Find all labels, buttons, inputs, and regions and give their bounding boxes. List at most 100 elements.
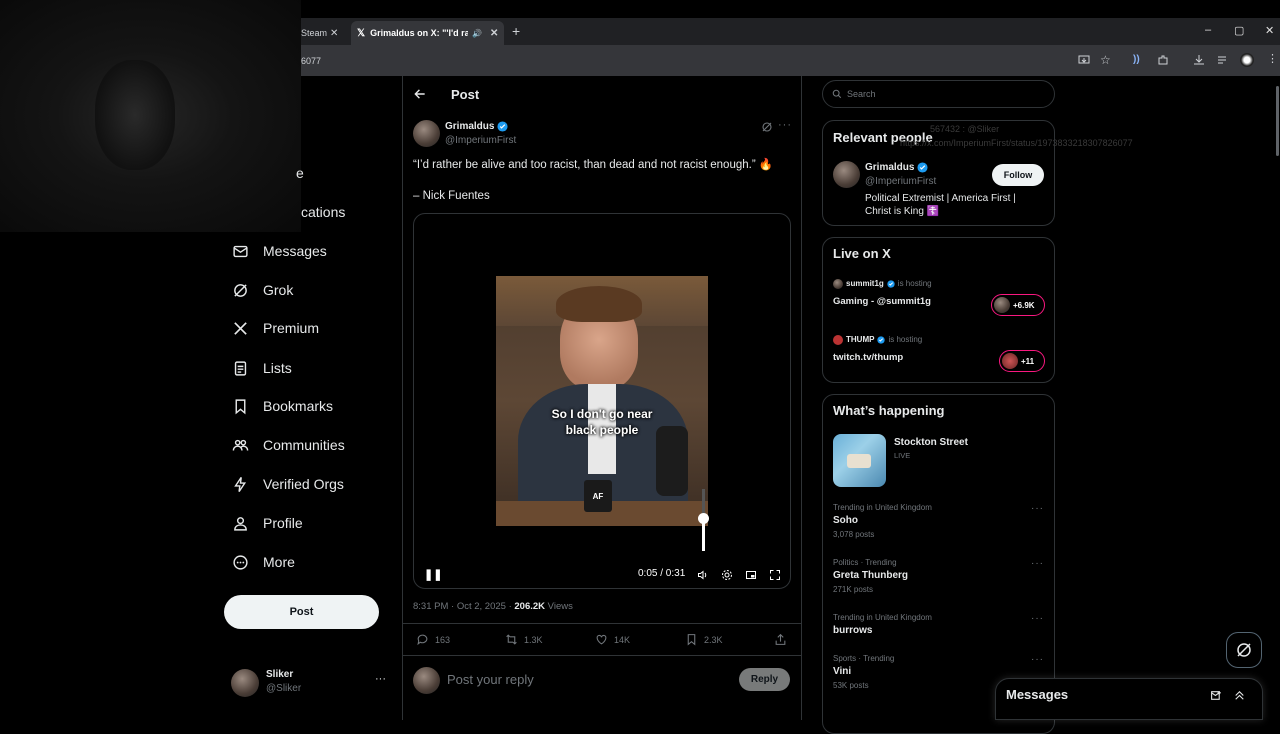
- listener-count: +6.9K: [1013, 300, 1035, 310]
- post-button[interactable]: Post: [224, 595, 379, 629]
- trend-item[interactable]: Trending in United Kingdom burrows ···: [833, 613, 1045, 636]
- live-item[interactable]: summit1g is hosting Gaming - @summit1g +…: [833, 278, 1045, 320]
- grok-icon: [234, 283, 247, 297]
- video-player[interactable]: AF So I don't go near black people ❚❚ 0:…: [413, 213, 791, 589]
- tab-grimaldus[interactable]: 𝕏 Grimaldus on X: "'I'd rathe 🔊 ✕: [351, 21, 504, 45]
- account-switcher[interactable]: Sliker @Sliker ···: [231, 669, 403, 699]
- extension-audio-icon[interactable]: )): [1133, 54, 1140, 65]
- sidebar-item-communities[interactable]: Communities: [232, 432, 345, 458]
- pause-icon[interactable]: ❚❚: [424, 568, 442, 581]
- sidebar-item-label: Profile: [263, 515, 303, 531]
- close-window-icon[interactable]: ✕: [1265, 24, 1274, 37]
- page-scrollbar[interactable]: [1276, 86, 1279, 156]
- live-item[interactable]: THUMP is hosting twitch.tv/thump +11: [833, 334, 1045, 376]
- repost-action[interactable]: 1.3K: [505, 633, 543, 646]
- like-action[interactable]: 14K: [595, 633, 630, 646]
- relevant-avatar[interactable]: [833, 161, 860, 188]
- sidebar-item-lists[interactable]: Lists: [232, 355, 292, 381]
- trend-more-icon[interactable]: ···: [1031, 654, 1044, 665]
- search-icon: [832, 89, 842, 99]
- live-listeners-pill[interactable]: +6.9K: [991, 294, 1045, 316]
- install-app-icon[interactable]: [1078, 54, 1090, 66]
- reply-button[interactable]: Reply: [739, 668, 790, 691]
- video-caption: So I don't go near black people: [496, 406, 708, 438]
- relevant-handle[interactable]: @ImperiumFirst: [865, 176, 936, 187]
- trend-more-icon[interactable]: ···: [1031, 613, 1044, 624]
- sidebar-item-profile[interactable]: Profile: [232, 510, 303, 536]
- trend-more-icon[interactable]: ···: [1031, 558, 1044, 569]
- featured-title[interactable]: Stockton Street: [894, 437, 968, 448]
- settings-gear-icon[interactable]: [721, 569, 733, 581]
- picture-in-picture-icon[interactable]: [745, 569, 757, 581]
- follow-button[interactable]: Follow: [992, 164, 1044, 186]
- live-listeners-pill[interactable]: +11: [999, 350, 1045, 372]
- sidebar-item-verified-orgs[interactable]: Verified Orgs: [232, 471, 344, 497]
- caption-line-2: black people: [565, 423, 639, 437]
- expand-chevron-icon[interactable]: [1233, 689, 1246, 702]
- kebab-menu-icon[interactable]: ⋮: [1267, 52, 1278, 65]
- overlay-line-1: 567432 : @Sliker: [930, 124, 1000, 134]
- account-name: Sliker: [266, 669, 294, 680]
- new-tab-button[interactable]: +: [512, 23, 520, 39]
- bookmark-icon: [235, 398, 246, 414]
- trend-name: Greta Thunberg: [833, 570, 909, 581]
- sidebar-item-grok[interactable]: Grok: [232, 277, 293, 303]
- back-arrow-icon[interactable]: [413, 87, 427, 101]
- url-text[interactable]: 6077: [301, 56, 321, 66]
- thumbnail-table: [847, 454, 871, 468]
- media-control-icon[interactable]: [1217, 54, 1229, 66]
- close-tab-icon[interactable]: ✕: [490, 28, 498, 39]
- volume-icon[interactable]: [697, 569, 709, 581]
- author-avatar[interactable]: [413, 120, 440, 147]
- messages-drawer[interactable]: Messages: [995, 678, 1263, 720]
- listener-count: +11: [1021, 356, 1035, 366]
- author-handle[interactable]: @ImperiumFirst: [445, 135, 516, 146]
- author-name-row[interactable]: Grimaldus: [445, 121, 509, 132]
- bio-line-2: Christ is King ☦️: [865, 206, 940, 217]
- trend-more-icon[interactable]: ···: [1031, 503, 1044, 514]
- caption-line-1: So I don't go near: [551, 407, 653, 421]
- trend-posts: 271K posts: [833, 585, 874, 594]
- grok-explain-icon[interactable]: [761, 121, 773, 133]
- tweet-more-icon[interactable]: ···: [778, 119, 792, 131]
- timestamp-text: 8:31 PM · Oct 2, 2025 ·: [413, 601, 515, 612]
- search-input[interactable]: Search: [822, 80, 1055, 108]
- fullscreen-icon[interactable]: [769, 569, 781, 581]
- views-count: 206.2K: [514, 601, 546, 612]
- sidebar-item-bookmarks[interactable]: Bookmarks: [232, 393, 333, 419]
- sidebar-item-messages[interactable]: Messages: [232, 238, 327, 264]
- restore-icon[interactable]: ▢: [1234, 24, 1244, 37]
- speaker-icon[interactable]: 🔊: [472, 29, 482, 38]
- sidebar-item-notifications[interactable]: cations: [301, 199, 345, 225]
- reply-input[interactable]: Post your reply: [447, 672, 534, 687]
- volume-handle[interactable]: [698, 513, 709, 524]
- reply-action[interactable]: 163: [416, 633, 450, 646]
- profile-avatar[interactable]: [1240, 53, 1254, 67]
- video-frame[interactable]: AF So I don't go near black people: [496, 276, 708, 526]
- account-menu-icon[interactable]: ···: [375, 673, 386, 685]
- sidebar-item-more[interactable]: More: [232, 549, 295, 575]
- minimize-icon[interactable]: –: [1205, 24, 1211, 36]
- trend-item[interactable]: Politics · Trending Greta Thunberg 271K …: [833, 558, 1045, 594]
- extensions-icon[interactable]: [1157, 54, 1169, 66]
- share-icon[interactable]: [774, 633, 787, 646]
- tab-steam[interactable]: Steam ✕: [301, 21, 349, 45]
- new-message-icon[interactable]: [1210, 689, 1223, 702]
- featured-thumbnail[interactable]: [833, 434, 886, 487]
- trend-item[interactable]: Trending in United Kingdom Soho 3,078 po…: [833, 503, 1045, 539]
- live-status: is hosting: [888, 335, 923, 344]
- bookmark-icon: [687, 634, 696, 646]
- live-host-name: THUMP: [846, 335, 875, 344]
- sidebar-item-home[interactable]: e: [296, 160, 304, 186]
- sidebar-item-label: Lists: [263, 360, 292, 376]
- close-tab-icon[interactable]: ✕: [330, 28, 338, 39]
- download-icon[interactable]: [1193, 54, 1205, 66]
- volume-slider[interactable]: [698, 489, 709, 551]
- sidebar-item-premium[interactable]: Premium: [232, 315, 319, 341]
- grok-floating-button[interactable]: [1226, 632, 1262, 668]
- relevant-name-row[interactable]: Grimaldus: [865, 162, 929, 173]
- webcam-overlay: [0, 0, 301, 232]
- star-icon[interactable]: ☆: [1100, 53, 1111, 67]
- person-icon: [234, 516, 247, 531]
- bookmark-action[interactable]: 2.3K: [685, 633, 723, 646]
